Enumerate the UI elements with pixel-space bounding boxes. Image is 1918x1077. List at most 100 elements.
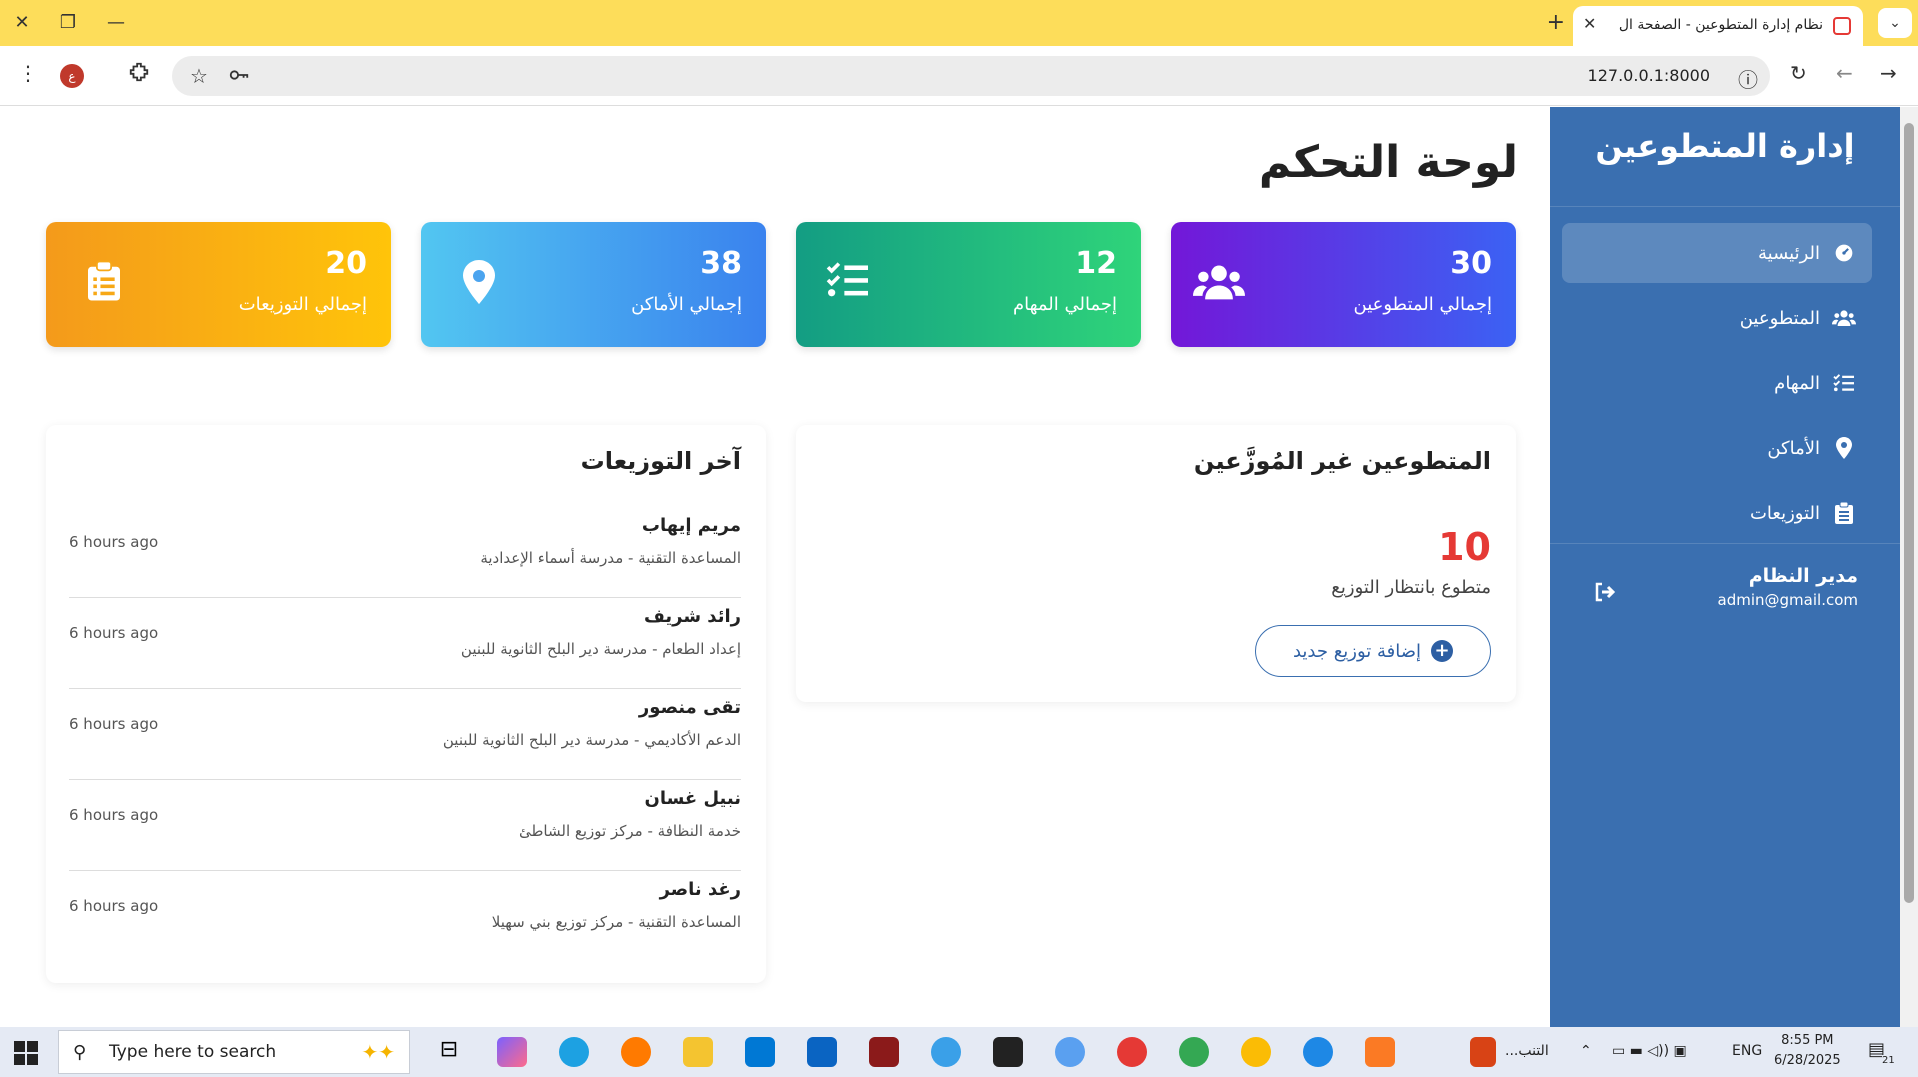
copilot-sparkle-icon: ✦✦ [361,1040,395,1064]
scrollbar-thumb[interactable] [1904,123,1914,903]
new-tab-button[interactable]: + [1547,10,1565,35]
tray-icons[interactable]: ▭ ▬ ◁)) ▣ [1612,1043,1687,1059]
plus-circle-icon: + [1431,640,1454,662]
address-bar[interactable]: ☆ 127.0.0.1:8000 ⓘ [172,56,1770,96]
stat-value: 38 [700,246,742,281]
distribution-time: 6 hours ago [69,897,159,915]
sidebar-divider [1550,543,1900,544]
user-email: admin@gmail.com [1717,591,1858,609]
sidebar-item-label: المهام [1774,372,1820,394]
url-text: 127.0.0.1:8000 [1587,66,1710,85]
stat-card-distributions: 20 إجمالي التوزيعات [46,222,391,347]
firefox-icon[interactable] [621,1037,651,1067]
distribution-time: 6 hours ago [69,624,159,642]
volunteer-name: رغد ناصر [659,879,741,900]
stat-value: 30 [1450,246,1492,281]
password-key-icon[interactable] [228,64,250,91]
task-view-icon[interactable]: ⊟ [434,1037,464,1067]
chrome-icon[interactable] [1241,1037,1271,1067]
stat-value: 12 [1075,246,1117,281]
reload-icon[interactable]: ↻ [1790,61,1807,85]
browser-tab[interactable]: نظام إدارة المتطوعين - الصفحة ال ✕ [1573,6,1863,46]
sidebar-nav: الرئيسية المتطوعين المهام الأماكن التوزي… [1562,223,1872,548]
sidebar-item-label: المتطوعين [1739,307,1820,329]
forward-arrow-icon[interactable]: → [1880,61,1897,85]
tab-close-icon[interactable]: ✕ [1583,14,1596,33]
clipboard-icon [1832,501,1856,525]
recent-distributions-card: آخر التوزيعات مريم إيهاب المساعدة التقني… [46,425,766,983]
extensions-icon[interactable] [128,61,150,88]
sidebar-item-distributions[interactable]: التوزيعات [1562,483,1872,543]
stat-value: 20 [325,246,367,281]
back-arrow-icon[interactable]: ← [1836,61,1853,85]
distribution-time: 6 hours ago [69,533,159,551]
notification-count-badge: 21 [1882,1055,1895,1066]
tasks-icon [818,260,870,310]
vscode-icon[interactable] [745,1037,775,1067]
volunteer-name: مريم إيهاب [641,515,741,536]
logout-icon[interactable] [1590,582,1616,608]
sidebar-brand[interactable]: إدارة المتطوعين [1550,127,1900,207]
app-icon[interactable] [869,1037,899,1067]
clock-date: 6/28/2025 [1774,1053,1841,1068]
search-icon: ⚲ [73,1042,87,1063]
sidebar-item-home[interactable]: الرئيسية [1562,223,1872,283]
tab-title: نظام إدارة المتطوعين - الصفحة ال [1618,17,1823,33]
app-icon[interactable] [1055,1037,1085,1067]
chrome-icon[interactable] [1179,1037,1209,1067]
profile-avatar[interactable]: ع [60,64,84,88]
close-window-icon[interactable]: ✕ [2,8,42,38]
taskbar-search-box[interactable]: ⚲ Type here to search ✦✦ [58,1030,410,1074]
add-distribution-button[interactable]: + إضافة توزيع جديد [1255,625,1491,677]
list-item: رغد ناصر المساعدة التقنية - مركز توزيع ب… [69,871,741,962]
restore-window-icon[interactable]: ❐ [48,8,88,38]
clipboard-icon [68,260,120,310]
taskbar-app-label[interactable]: التنب... [1505,1043,1549,1059]
windows-taskbar: ⚲ Type here to search ✦✦ ⊟ التنب... ⌃ ▭ … [0,1027,1918,1077]
site-info-icon[interactable]: ⓘ [1738,64,1758,93]
sidebar-item-volunteers[interactable]: المتطوعين [1562,288,1872,348]
taskbar-clock[interactable]: 8:55 PM 6/28/2025 [1774,1031,1841,1071]
location-pin-icon [443,260,495,310]
search-placeholder: Type here to search [109,1042,277,1062]
sidebar: إدارة المتطوعين الرئيسية المتطوعين المها… [1550,107,1900,1027]
list-item: نبيل غسان خدمة النظافة - مركز توزيع الشا… [69,780,741,871]
menu-kebab-icon[interactable]: ⋮ [18,61,38,85]
stat-label: إجمالي المهام [1012,294,1117,315]
sidebar-item-places[interactable]: الأماكن [1562,418,1872,478]
page-scrollbar[interactable] [1900,107,1918,1027]
app-icon[interactable] [931,1037,961,1067]
file-explorer-icon[interactable] [683,1037,713,1067]
add-distribution-label: إضافة توزيع جديد [1292,640,1422,662]
list-item: رائد شريف إعداد الطعام - مدرسة دير البلح… [69,598,741,689]
distribution-time: 6 hours ago [69,715,159,733]
copilot-app-icon[interactable] [497,1037,527,1067]
distribution-detail: الدعم الأكاديمي - مدرسة دير البلح الثانو… [442,731,741,749]
tasks-icon [1832,371,1856,395]
browser-toolbar: ⋮ ع ☆ 127.0.0.1:8000 ⓘ ↻ ← → [0,46,1918,106]
outlook-icon[interactable] [807,1037,837,1067]
tray-chevron-icon[interactable]: ⌃ [1580,1043,1592,1059]
distribution-detail: خدمة النظافة - مركز توزيع الشاطئ [518,822,741,840]
user-name: مدير النظام [1748,565,1858,587]
chrome-icon[interactable] [1117,1037,1147,1067]
app-icon[interactable] [1303,1037,1333,1067]
unassigned-count: 10 [1438,525,1491,569]
sidebar-item-tasks[interactable]: المهام [1562,353,1872,413]
edge-browser-icon[interactable] [559,1037,589,1067]
clock-time: 8:55 PM [1781,1033,1834,1048]
windows-start-icon[interactable] [14,1041,38,1065]
sidebar-item-label: الأماكن [1767,437,1820,459]
figma-icon[interactable] [993,1037,1023,1067]
xampp-icon[interactable] [1365,1037,1395,1067]
user-info: مدير النظام admin@gmail.com [1718,565,1858,609]
app-icon[interactable] [1470,1037,1496,1067]
minimize-window-icon[interactable]: — [96,8,136,38]
tab-search-icon[interactable]: ⌄ [1878,8,1912,38]
dashboard-icon [1832,241,1856,265]
list-item: تقى منصور الدعم الأكاديمي - مدرسة دير ال… [69,689,741,780]
unassigned-caption: متطوع بانتظار التوزيع [1331,577,1491,598]
language-indicator[interactable]: ENG [1732,1043,1762,1059]
sidebar-item-label: التوزيعات [1749,502,1820,524]
bookmark-star-icon[interactable]: ☆ [190,64,208,88]
